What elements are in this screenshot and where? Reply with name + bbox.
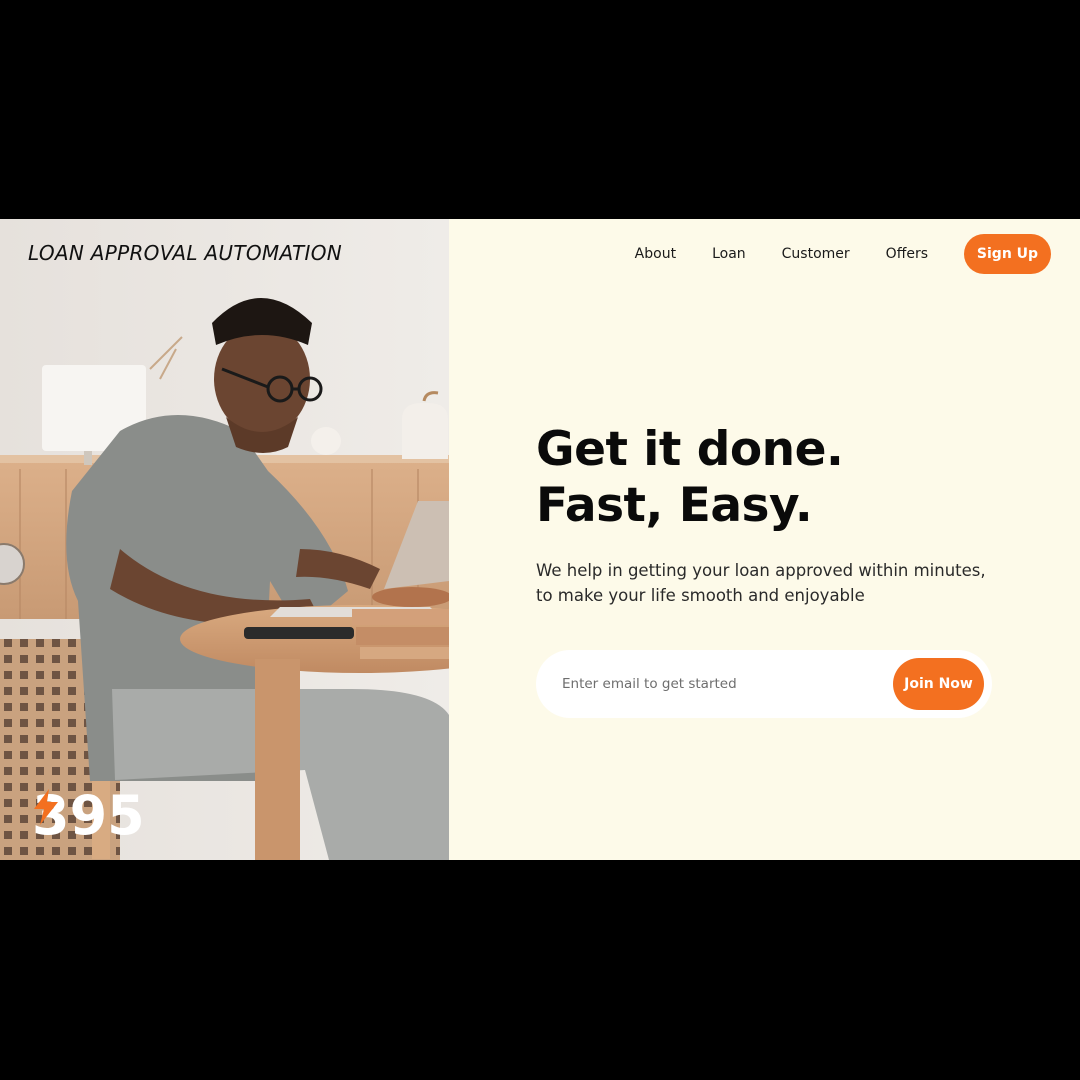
nav-link-offers[interactable]: Offers (886, 246, 928, 262)
nav-link-customer[interactable]: Customer (782, 246, 850, 262)
hero-title-line-2: Fast, Easy. (536, 478, 813, 533)
lightning-bolt-icon (34, 789, 58, 825)
email-input[interactable] (560, 675, 893, 693)
hero-title-line-1: Get it done. (536, 422, 844, 477)
nav-link-loan[interactable]: Loan (712, 246, 746, 262)
hero-photo-panel: LOAN APPROVAL AUTOMATION 395 (0, 219, 449, 860)
brand-title: LOAN APPROVAL AUTOMATION (28, 241, 342, 265)
top-nav: About Loan Customer Offers Sign Up (635, 234, 1051, 274)
content-panel: About Loan Customer Offers Sign Up Get i… (449, 219, 1080, 860)
counter-badge: 395 (32, 789, 145, 843)
hero-section: Get it done. Fast, Easy. We help in gett… (536, 422, 1016, 608)
nav-link-about[interactable]: About (635, 246, 676, 262)
email-signup-form: Join Now (536, 650, 992, 718)
landing-page: LOAN APPROVAL AUTOMATION 395 About Loan … (0, 219, 1080, 860)
hero-subtitle: We help in getting your loan approved wi… (536, 561, 986, 605)
sign-up-button[interactable]: Sign Up (964, 234, 1051, 274)
join-now-button[interactable]: Join Now (893, 658, 984, 710)
hero-photo (0, 219, 449, 860)
